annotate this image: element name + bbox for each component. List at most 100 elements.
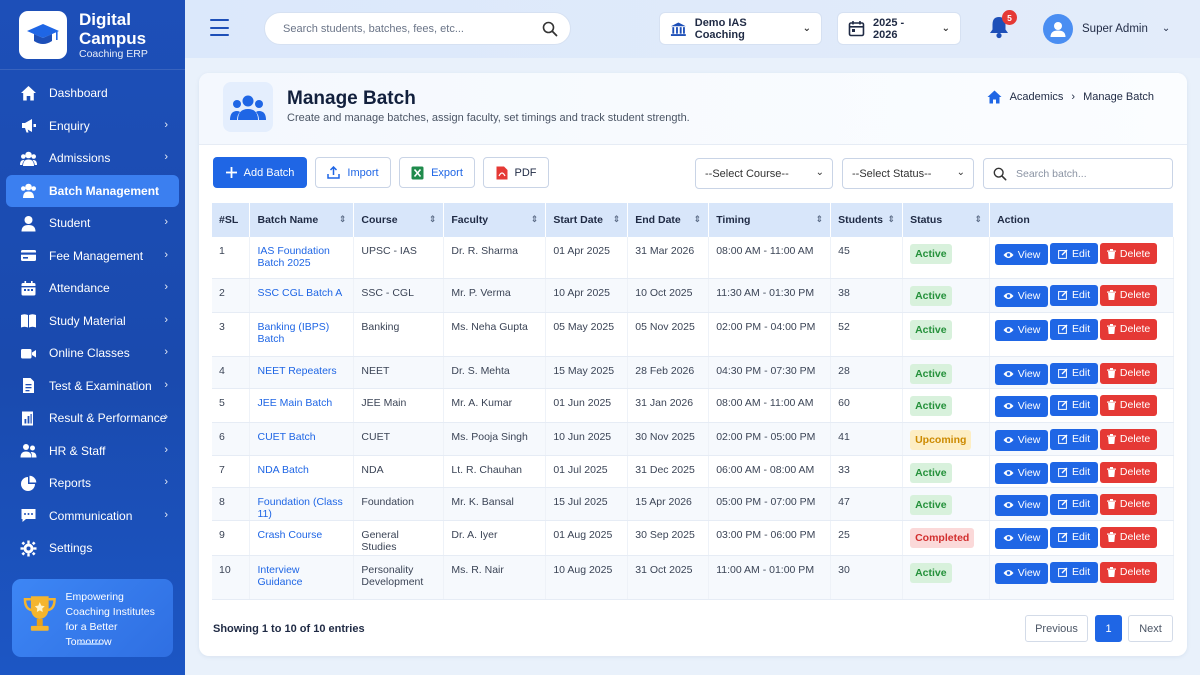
sidebar-item-result-performance[interactable]: Result & Performance ›	[0, 402, 185, 435]
cell-batch-name[interactable]: IAS Foundation Batch 2025	[249, 237, 355, 279]
sidebar-item-settings[interactable]: Settings	[0, 532, 185, 565]
delete-button[interactable]: Delete	[1100, 362, 1158, 384]
delete-button[interactable]: Delete	[1100, 526, 1158, 548]
cell-batch-name[interactable]: Crash Course	[249, 520, 355, 556]
delete-button[interactable]: Delete	[1100, 284, 1158, 306]
batch-search[interactable]	[983, 158, 1173, 189]
column-header-end-date[interactable]: End Date ⇕	[627, 203, 710, 237]
sort-icon[interactable]: ⇕	[339, 214, 347, 225]
home-icon[interactable]	[987, 90, 1002, 104]
view-button[interactable]: View	[995, 395, 1049, 417]
global-search-input[interactable]	[283, 22, 543, 35]
edit-button[interactable]: Edit	[1050, 561, 1099, 583]
delete-button[interactable]: Delete	[1100, 493, 1158, 515]
view-button[interactable]: View	[995, 494, 1049, 516]
edit-button[interactable]: Edit	[1050, 493, 1099, 515]
view-button[interactable]: View	[995, 462, 1049, 484]
sort-icon[interactable]: ⇕	[816, 214, 824, 225]
table-row: 6 CUET Batch CUET Ms. Pooja Singh 10 Jun 202…	[212, 422, 1174, 456]
edit-button[interactable]: Edit	[1050, 318, 1099, 340]
institute-name: Demo IAS Coaching	[694, 16, 747, 41]
view-button[interactable]: View	[995, 319, 1049, 341]
column-header-status[interactable]: Status ⇕	[902, 203, 991, 237]
eye-icon	[1003, 502, 1014, 508]
user-menu[interactable]: Super Admin ⌄	[1043, 12, 1170, 45]
column-header-faculty[interactable]: Faculty ⇕	[443, 203, 547, 237]
status-select[interactable]: --Select Status-- ⌄	[842, 158, 974, 189]
edit-button[interactable]: Edit	[1050, 243, 1099, 264]
cell-batch-name[interactable]: SSC CGL Batch A	[249, 278, 355, 313]
delete-button[interactable]: Delete	[1100, 243, 1158, 264]
sidebar-item-admissions[interactable]: Admissions ›	[0, 142, 185, 175]
sort-icon[interactable]: ⇕	[694, 214, 702, 225]
view-button[interactable]: View	[995, 562, 1049, 584]
column-header-batch-name[interactable]: Batch Name ⇕	[249, 203, 355, 237]
sort-icon[interactable]: ⇕	[888, 214, 896, 225]
brand[interactable]: Digital Campus Coaching ERP	[0, 0, 185, 70]
sidebar-item-student[interactable]: Student ›	[0, 207, 185, 240]
trash-icon	[1106, 324, 1116, 334]
sidebar-item-communication[interactable]: Communication ›	[0, 500, 185, 533]
previous-page-button[interactable]: Previous	[1025, 615, 1088, 642]
cell-batch-name[interactable]: NEET Repeaters	[249, 356, 355, 389]
cell-batch-name[interactable]: NDA Batch	[249, 455, 355, 488]
column-header-course[interactable]: Course ⇕	[353, 203, 445, 237]
add-batch-button[interactable]: Add Batch	[213, 157, 307, 188]
sidebar-item-fee-management[interactable]: Fee Management ›	[0, 240, 185, 273]
sidebar-item-test-examination[interactable]: Test & Examination ›	[0, 370, 185, 403]
edit-button[interactable]: Edit	[1050, 362, 1099, 384]
import-button[interactable]: Import	[315, 157, 391, 188]
delete-button[interactable]: Delete	[1100, 561, 1158, 583]
view-button[interactable]: View	[995, 527, 1049, 549]
edit-button[interactable]: Edit	[1050, 284, 1099, 306]
sidebar-item-dashboard[interactable]: Dashboard	[0, 77, 185, 110]
search-icon[interactable]	[542, 21, 558, 37]
institute-selector[interactable]: Demo IAS Coaching ⌄	[659, 12, 822, 45]
delete-button[interactable]: Delete	[1100, 428, 1158, 450]
cell-batch-name[interactable]: JEE Main Batch	[249, 388, 355, 423]
breadcrumb-academics[interactable]: Academics	[1010, 91, 1064, 103]
cell-faculty: Mr. K. Bansal	[443, 487, 547, 521]
column-header-start-date[interactable]: Start Date ⇕	[545, 203, 629, 237]
export-button[interactable]: Export	[399, 157, 475, 188]
cell-students: 47	[830, 487, 904, 521]
edit-button[interactable]: Edit	[1050, 461, 1099, 483]
sidebar-item-batch-management[interactable]: Batch Management	[6, 174, 179, 207]
edit-button[interactable]: Edit	[1050, 428, 1099, 450]
batch-search-input[interactable]	[1016, 167, 1166, 180]
sidebar-item-reports[interactable]: Reports ›	[0, 467, 185, 500]
view-button[interactable]: View	[995, 363, 1049, 385]
view-button[interactable]: View	[995, 429, 1049, 451]
view-button[interactable]: View	[995, 285, 1049, 307]
sidebar-item-hr-staff[interactable]: HR & Staff ›	[0, 435, 185, 468]
edit-button[interactable]: Edit	[1050, 394, 1099, 416]
next-page-button[interactable]: Next	[1128, 615, 1173, 642]
delete-button[interactable]: Delete	[1100, 318, 1158, 340]
cell-batch-name[interactable]: Foundation (Class 11)	[249, 487, 355, 521]
page-1-button[interactable]: 1	[1095, 615, 1122, 642]
sidebar-item-online-classes[interactable]: Online Classes ›	[0, 337, 185, 370]
view-button[interactable]: View	[995, 244, 1049, 265]
sidebar-item-study-material[interactable]: Study Material ›	[0, 305, 185, 338]
cell-batch-name[interactable]: CUET Batch	[249, 422, 355, 456]
sort-icon[interactable]: ⇕	[429, 214, 437, 225]
column-header-timing[interactable]: Timing ⇕	[708, 203, 832, 237]
global-search[interactable]	[264, 12, 571, 45]
sidebar-item-enquiry[interactable]: Enquiry ›	[0, 110, 185, 143]
sort-icon[interactable]: ⇕	[975, 214, 983, 225]
view-label: View	[1017, 324, 1041, 336]
edit-button[interactable]: Edit	[1050, 526, 1099, 548]
delete-button[interactable]: Delete	[1100, 461, 1158, 483]
delete-button[interactable]: Delete	[1100, 394, 1158, 416]
sort-icon[interactable]: ⇕	[613, 214, 621, 225]
sidebar-item-attendance[interactable]: Attendance ›	[0, 272, 185, 305]
course-select[interactable]: --Select Course-- ⌄	[695, 158, 833, 189]
menu-toggle-icon[interactable]	[210, 19, 229, 36]
column-header-students[interactable]: Students ⇕	[830, 203, 904, 237]
sort-icon[interactable]: ⇕	[531, 214, 539, 225]
cell-batch-name[interactable]: Banking (IBPS) Batch	[249, 312, 355, 357]
pdf-button[interactable]: PDF	[483, 157, 549, 188]
session-selector[interactable]: 2025 - 2026 ⌄	[837, 12, 961, 45]
cell-start-date: 01 Aug 2025	[545, 520, 629, 556]
cell-batch-name[interactable]: Interview Guidance	[249, 555, 355, 600]
